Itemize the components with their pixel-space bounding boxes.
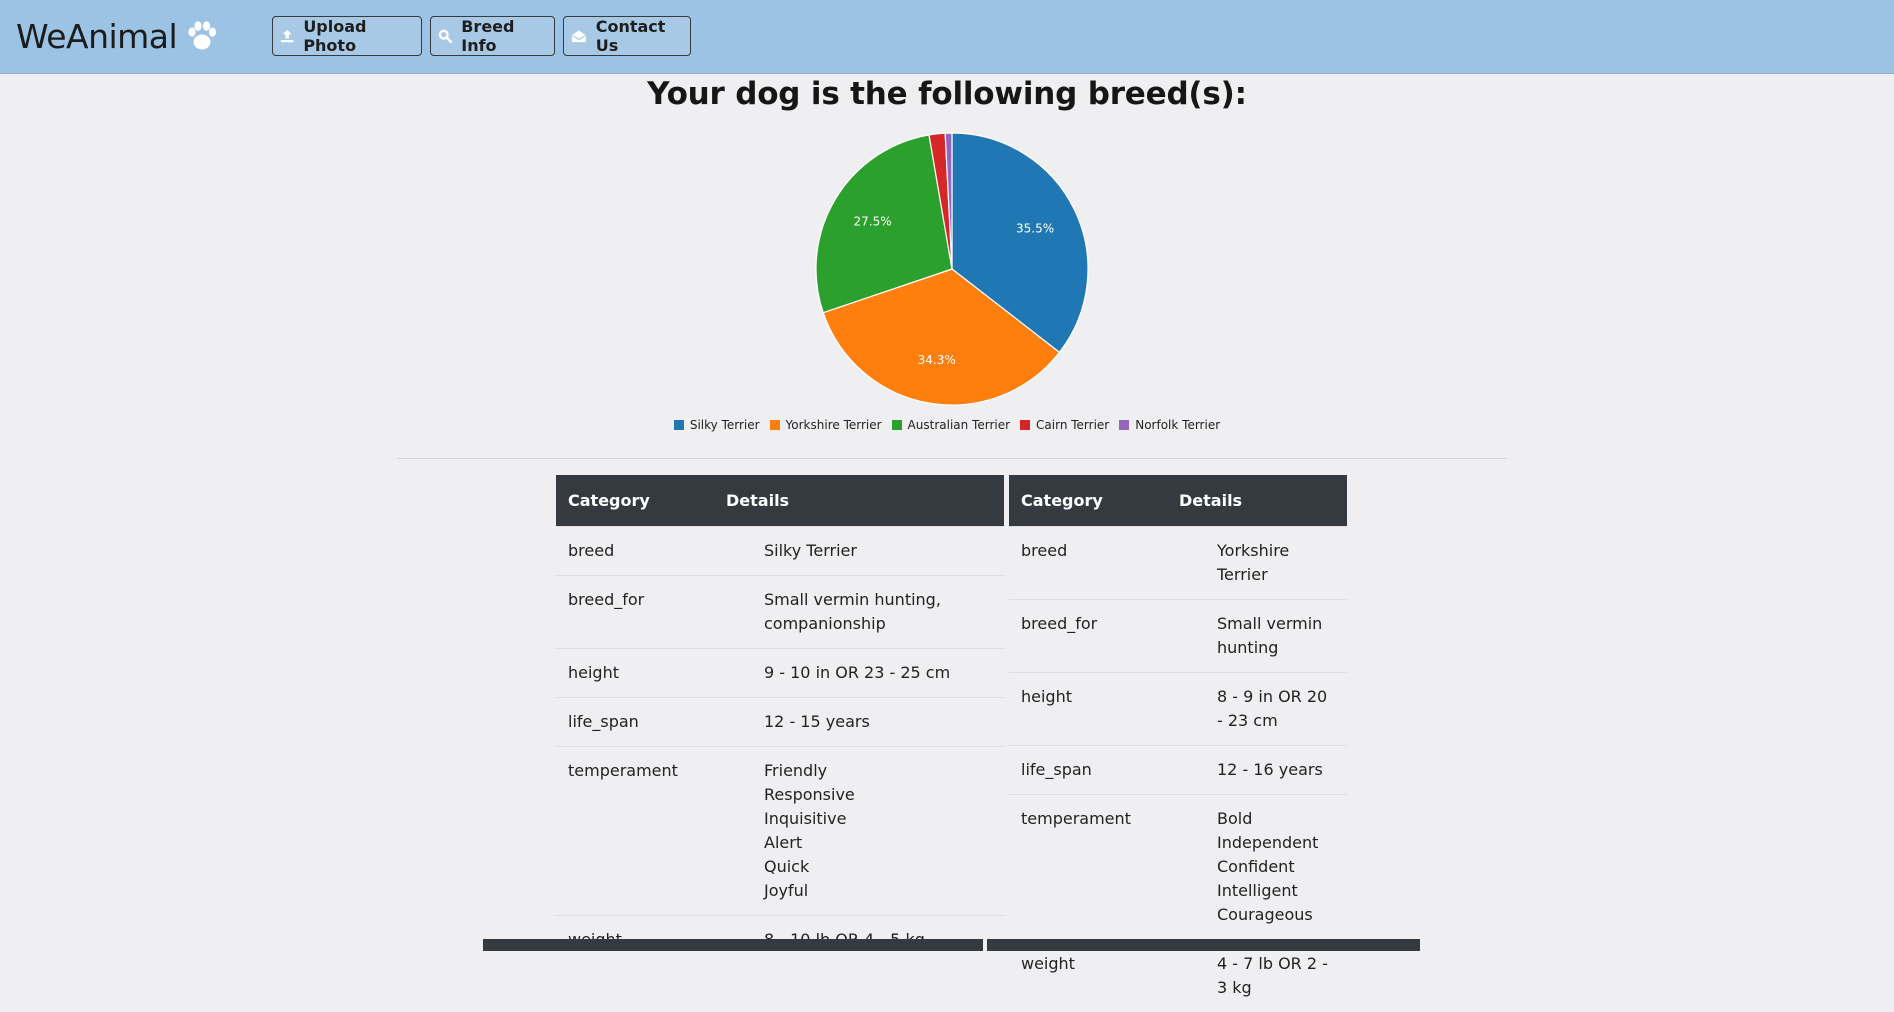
pie-slice-label: 34.3% — [918, 353, 956, 367]
legend-item[interactable]: Silky Terrier — [673, 418, 760, 432]
next-table-header — [483, 939, 983, 951]
details-value: 8 - 9 in OR 20 - 23 cm — [1217, 686, 1328, 730]
breed-pie-chart: 35.5% 34.3% 27.5% — [815, 132, 1089, 406]
details-value: Friendly — [764, 760, 828, 780]
pie-slice-label: 35.5% — [1016, 221, 1054, 235]
category-cell: height — [556, 647, 714, 697]
category-cell: height — [1009, 671, 1167, 745]
table-row: breed_for Small vermin hunting, companion… — [556, 574, 1004, 648]
details-cell: 12 - 15 years — [714, 696, 1004, 746]
details-value: Small vermin hunting — [1217, 613, 1323, 657]
details-cell: Friendly Responsive Inquisitive Alert Quick J… — [714, 745, 1004, 915]
category-cell: breed_for — [556, 574, 714, 648]
legend-label: Silky Terrier — [689, 418, 760, 432]
details-cell: Small vermin hunting — [1167, 598, 1347, 672]
details-value: 9 - 10 in OR 23 - 25 cm — [764, 662, 951, 682]
details-value: 12 - 15 years — [764, 711, 870, 731]
details-value: Joyful — [764, 880, 809, 900]
legend-label: Cairn Terrier — [1036, 418, 1110, 432]
legend-swatch — [891, 420, 902, 430]
category-cell: breed — [556, 525, 714, 575]
legend-item[interactable]: Norfolk Terrier — [1119, 418, 1220, 432]
details-cell: 8 - 9 in OR 20 - 23 cm — [1167, 671, 1347, 745]
table-row: height 9 - 10 in OR 23 - 25 cm — [556, 647, 1004, 697]
table-row: height 8 - 9 in OR 20 - 23 cm — [1009, 671, 1347, 745]
legend-label: Yorkshire Terrier — [785, 418, 882, 432]
next-table-header — [987, 939, 1420, 951]
chart-legend: Silky Terrier Yorkshire Terrier Australian… — [0, 418, 1894, 432]
details-value: Inquisitive — [764, 808, 847, 828]
details-value: Intelligent — [1217, 880, 1298, 900]
breed-table-silky-terrier: Category Details breed Silky Terrier breed… — [556, 475, 1004, 964]
details-cell: Bold Independent Confident Intelligent Coura… — [1167, 793, 1347, 939]
column-header-details: Details — [1167, 475, 1347, 526]
table-header-row: Category Details — [556, 475, 1004, 526]
legend-swatch — [1020, 420, 1031, 430]
legend-item[interactable]: Yorkshire Terrier — [769, 418, 882, 432]
table-row: temperament Bold Independent Confident Intel… — [1009, 793, 1347, 939]
details-value: 12 - 16 years — [1217, 759, 1323, 779]
details-value: Courageous — [1217, 904, 1313, 924]
pie-slice-label: 27.5% — [853, 215, 891, 229]
legend-label: Australian Terrier — [907, 418, 1011, 432]
details-value: Alert — [764, 832, 803, 852]
legend-label: Norfolk Terrier — [1135, 418, 1221, 432]
category-cell: temperament — [556, 745, 714, 915]
details-cell: Silky Terrier — [714, 525, 1004, 575]
column-header-category: Category — [556, 475, 714, 526]
category-cell: life_span — [1009, 744, 1167, 794]
table-row: breed_for Small vermin hunting — [1009, 598, 1347, 672]
category-cell: breed_for — [1009, 598, 1167, 672]
details-value: Silky Terrier — [764, 540, 857, 560]
legend-item[interactable]: Cairn Terrier — [1020, 418, 1109, 432]
divider — [397, 458, 1507, 459]
details-cell: Yorkshire Terrier — [1167, 525, 1347, 599]
legend-item[interactable]: Australian Terrier — [891, 418, 1011, 432]
table-row: breed Silky Terrier — [556, 525, 1004, 575]
table-header-row: Category Details — [1009, 475, 1347, 526]
details-value: Bold — [1217, 808, 1253, 828]
table-row: temperament Friendly Responsive Inquisitive… — [556, 745, 1004, 915]
details-cell: Small vermin hunting, companionship — [714, 574, 1004, 648]
details-value: Independent — [1217, 832, 1319, 852]
category-cell: life_span — [556, 696, 714, 746]
details-value: 4 - 7 lb OR 2 - 3 kg — [1217, 953, 1328, 997]
column-header-category: Category — [1009, 475, 1167, 526]
details-value: Confident — [1217, 856, 1295, 876]
legend-swatch — [769, 420, 780, 430]
details-cell: 9 - 10 in OR 23 - 25 cm — [714, 647, 1004, 697]
table-row: life_span 12 - 16 years — [1009, 744, 1347, 794]
column-header-details: Details — [714, 475, 1004, 526]
table-row: breed Yorkshire Terrier — [1009, 525, 1347, 599]
category-cell: breed — [1009, 525, 1167, 599]
details-value: Responsive — [764, 784, 855, 804]
details-cell: 12 - 16 years — [1167, 744, 1347, 794]
legend-swatch — [1119, 420, 1130, 430]
table-row: life_span 12 - 15 years — [556, 696, 1004, 746]
details-value: Yorkshire Terrier — [1217, 540, 1290, 584]
details-value: Quick — [764, 856, 810, 876]
details-value: Small vermin hunting, companionship — [764, 589, 941, 633]
category-cell: temperament — [1009, 793, 1167, 939]
breed-table-yorkshire-terrier: Category Details breed Yorkshire Terrier b… — [1009, 475, 1347, 1012]
legend-swatch — [673, 420, 684, 430]
